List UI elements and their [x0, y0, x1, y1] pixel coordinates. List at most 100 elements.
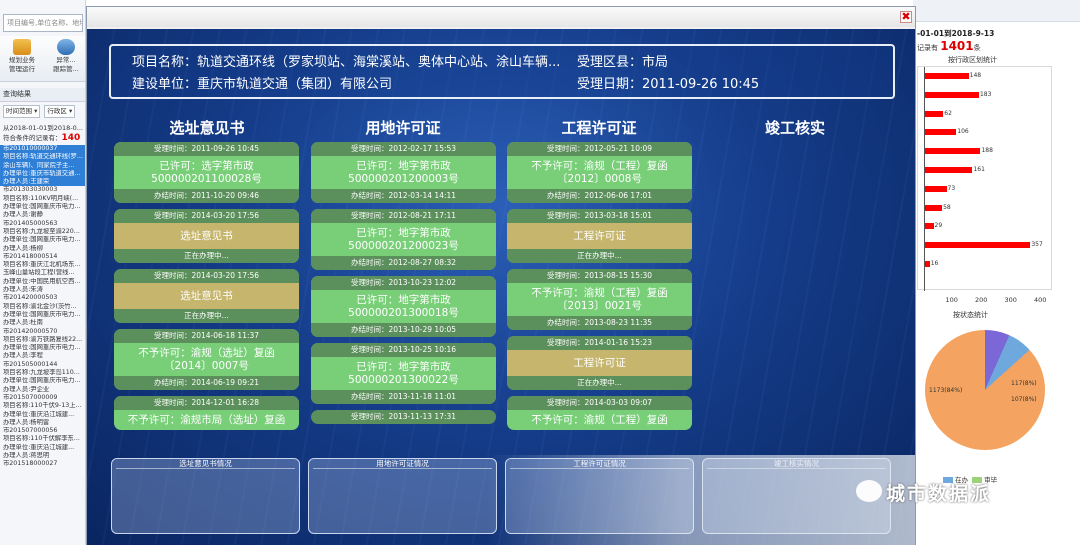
list-item[interactable]: 项目名称:110千伏9-13上... — [0, 402, 85, 410]
list-item[interactable]: 办理单位:中国民用航空西... — [0, 278, 85, 286]
permit-card[interactable]: 受理时间：2011-09-26 10:45 已许可：选字第市政 500000201… — [114, 142, 299, 203]
permit-card[interactable]: 受理时间：2013-10-25 10:16 已许可：地字第市政 500000201… — [311, 343, 496, 404]
list-item[interactable]: 项目名称:轨道交通环线(罗... — [0, 153, 85, 162]
list-item[interactable]: 办理人员:尹企业 — [0, 386, 85, 394]
card-result: 已许可：选字第市政 500000201100028号 — [151, 160, 262, 185]
list-item[interactable]: 项目名称:渝北金沙(茨竹... — [0, 303, 85, 311]
list-item[interactable]: 涂山车辆)、同家院子主... — [0, 161, 85, 170]
time-range-dropdown[interactable]: 时间范围 ▾ — [3, 105, 41, 118]
pie-label-main: 1173(84%) — [929, 387, 963, 394]
result-list[interactable]: 市201010000037 项目名称:轨道交通环线(罗... 涂山车辆)、同家院子主… — [0, 145, 85, 469]
list-item[interactable]: 项目名称:九龙坡李岛110... — [0, 369, 85, 377]
list-item[interactable]: 市201505000144 — [0, 361, 85, 369]
list-item[interactable]: 市201405000563 — [0, 220, 85, 228]
permit-card[interactable]: 受理时间：2012-08-21 17:11 已许可：地字第市政 500000201… — [311, 209, 496, 270]
list-item[interactable]: 办理单位:国网重庆市电力... — [0, 311, 85, 319]
card-result: 不予许可：渝规（工程）复函 〔2012〕0008号 — [531, 160, 668, 185]
pie-label-2: 117(8%) — [1011, 380, 1037, 387]
x-tick: 400 — [1034, 296, 1047, 304]
list-item[interactable]: 办理单位:国网重庆市电力... — [0, 344, 85, 352]
card-result: 工程许可证 — [573, 357, 626, 369]
bar-label-2: 62 — [944, 109, 952, 117]
list-item[interactable]: 项目名称:重庆江北机场东... — [0, 261, 85, 269]
permit-card[interactable]: 受理时间：2012-05-21 10:09 不予许可：渝规（工程）复函 〔2012… — [507, 142, 692, 203]
list-item[interactable]: 办理人员:李程 — [0, 352, 85, 360]
permit-card[interactable]: 受理时间：2013-08-15 15:30 不予许可：渝规（工程）复函 〔2013… — [507, 269, 692, 330]
list-item[interactable]: 市201303030003 — [0, 186, 85, 194]
list-item[interactable]: 办理人员:朱涛 — [0, 286, 85, 294]
permit-card[interactable]: 受理时间：2014-06-18 11:37 不予许可：渝规（选址）复函 〔2014… — [114, 329, 299, 390]
list-item[interactable]: 办理人员:杨明雷 — [0, 419, 85, 427]
list-item[interactable]: 市201420000503 — [0, 294, 85, 302]
card-result: 选址意见书 — [180, 290, 233, 302]
stage-engineering-permit: 工程许可证 — [561, 119, 637, 137]
list-item[interactable]: 市201507000009 — [0, 394, 85, 402]
close-button[interactable]: ✖ — [900, 11, 912, 23]
list-item[interactable]: 办理单位:重庆沿江城建... — [0, 411, 85, 419]
card-finish-time: 办结时间：2012-08-27 08:32 — [311, 256, 496, 270]
card-result: 已许可：地字第市政 500000201200023号 — [348, 227, 459, 252]
list-item[interactable]: 玉峰山量站段工程(营线... — [0, 269, 85, 277]
card-finish-time: 正在办理中... — [114, 249, 299, 263]
stats-count: 记录有 1401条 — [917, 39, 981, 53]
card-finish-time: 办结时间：2013-08-23 11:35 — [507, 316, 692, 330]
permit-card[interactable]: 受理时间：2013-10-23 12:02 已许可：地字第市政 500000201… — [311, 276, 496, 337]
permit-card[interactable]: 受理时间：2013-11-13 17:31 — [311, 410, 496, 424]
right-toolbar — [913, 0, 1080, 22]
list-item[interactable]: 市201010000037 — [0, 145, 85, 154]
bar-label-7: 58 — [943, 203, 951, 211]
list-item[interactable]: 项目名称:九龙坡至渝220... — [0, 228, 85, 236]
filter-bar: 时间范围 ▾ 行政区 ▾ — [0, 104, 85, 120]
project-name: 项目名称：轨道交通环线（罗家坝站、海棠溪站、奥体中心站、涂山车辆... — [132, 55, 561, 70]
toolbar: 规划业务 管理运行 异常... 跟踪管... — [0, 36, 85, 82]
list-item[interactable]: 办理单位:国网重庆市电力... — [0, 203, 85, 211]
permit-card[interactable]: 受理时间：2014-03-20 17:56 选址意见书 正在办理中... — [114, 209, 299, 263]
list-item[interactable]: 市201418000514 — [0, 253, 85, 261]
search-input[interactable]: 项目编号,单位名称、地址 — [3, 14, 83, 32]
permit-card[interactable]: 受理时间：2013-03-18 15:01 工程许可证 正在办理中... — [507, 209, 692, 263]
card-accept-time: 受理时间：2013-10-25 10:16 — [311, 343, 496, 357]
permit-card[interactable]: 受理时间：2014-03-03 09:07 不予许可：渝规（工程）复函 — [507, 396, 692, 430]
list-item[interactable]: 项目名称:110千伏解李东... — [0, 435, 85, 443]
card-result: 已许可：地字第市政 500000201200003号 — [348, 160, 459, 185]
permit-card[interactable]: 受理时间：2014-01-16 15:23 工程许可证 正在办理中... — [507, 336, 692, 390]
district-dropdown[interactable]: 行政区 ▾ — [44, 105, 76, 118]
list-item[interactable]: 市201507000056 — [0, 427, 85, 435]
list-item[interactable]: 办理人员:杨柳 — [0, 245, 85, 253]
list-item[interactable]: 办理单位:重庆沿江城建... — [0, 444, 85, 452]
permit-card[interactable]: 受理时间：2012-02-17 15:53 已许可：地字第市政 500000201… — [311, 142, 496, 203]
list-item[interactable]: 办理人员:蒋思明 — [0, 452, 85, 460]
list-item[interactable]: 项目名称:110KV明月峡(... — [0, 195, 85, 203]
stage-land-permit: 用地许可证 — [365, 119, 441, 137]
permit-card[interactable]: 受理时间：2014-03-20 17:56 选址意见书 正在办理中... — [114, 269, 299, 323]
list-item[interactable]: 办理单位:国网重庆市电力... — [0, 236, 85, 244]
list-item[interactable]: 办理人员:王建荣 — [0, 178, 85, 187]
left-query-panel: 项目编号,单位名称、地址 规划业务 管理运行 异常... 跟踪管... 查询结果… — [0, 0, 86, 545]
stats-date-range: -01-01到2018-9-13 — [917, 29, 995, 38]
card-accept-time: 受理时间：2014-01-16 15:23 — [507, 336, 692, 350]
bar-3 — [925, 129, 957, 136]
stage-completion-check: 竣工核实 — [764, 119, 825, 137]
list-item[interactable]: 办理人员:杜南 — [0, 319, 85, 327]
card-finish-time: 办结时间：2011-10-20 09:46 — [114, 189, 299, 203]
exception-tracking-button[interactable]: 异常... 跟踪管... — [46, 39, 85, 74]
list-item[interactable]: 办理单位:国网重庆市电力... — [0, 377, 85, 385]
project-detail-dialog: ✖ 项目名称：轨道交通环线（罗家坝站、海棠溪站、奥体中心站、涂山车辆... 受理… — [86, 6, 916, 545]
planning-business-button[interactable]: 规划业务 管理运行 — [2, 39, 42, 74]
bar-label-0: 148 — [969, 72, 982, 79]
column-land-permit: 受理时间：2012-02-17 15:53 已许可：地字第市政 500000201… — [311, 142, 496, 444]
bar-5 — [925, 167, 973, 173]
card-result: 不予许可：渝规（工程）复函 — [531, 414, 668, 426]
list-item[interactable]: 项目名称:渝万铁路复线22... — [0, 336, 85, 344]
bar-0 — [925, 73, 969, 79]
construction-unit: 建设单位：重庆市轨道交通（集团）有限公司 — [132, 77, 393, 92]
list-item[interactable]: 市201420000570 — [0, 328, 85, 336]
card-accept-time: 受理时间：2014-03-20 17:56 — [114, 269, 299, 283]
list-item[interactable]: 办理单位:重庆市轨道交通... — [0, 169, 85, 179]
list-item[interactable]: 办理人员:谢静 — [0, 211, 85, 219]
card-finish-time: 办结时间：2013-10-29 10:05 — [311, 323, 496, 337]
list-item[interactable]: 市201518000027 — [0, 460, 85, 468]
card-accept-time: 受理时间：2012-05-21 10:09 — [507, 142, 692, 156]
bar-label-8: 29 — [934, 222, 943, 230]
permit-card[interactable]: 受理时间：2014-12-01 16:28 不予许可：渝规市局（选址）复函 — [114, 396, 299, 430]
